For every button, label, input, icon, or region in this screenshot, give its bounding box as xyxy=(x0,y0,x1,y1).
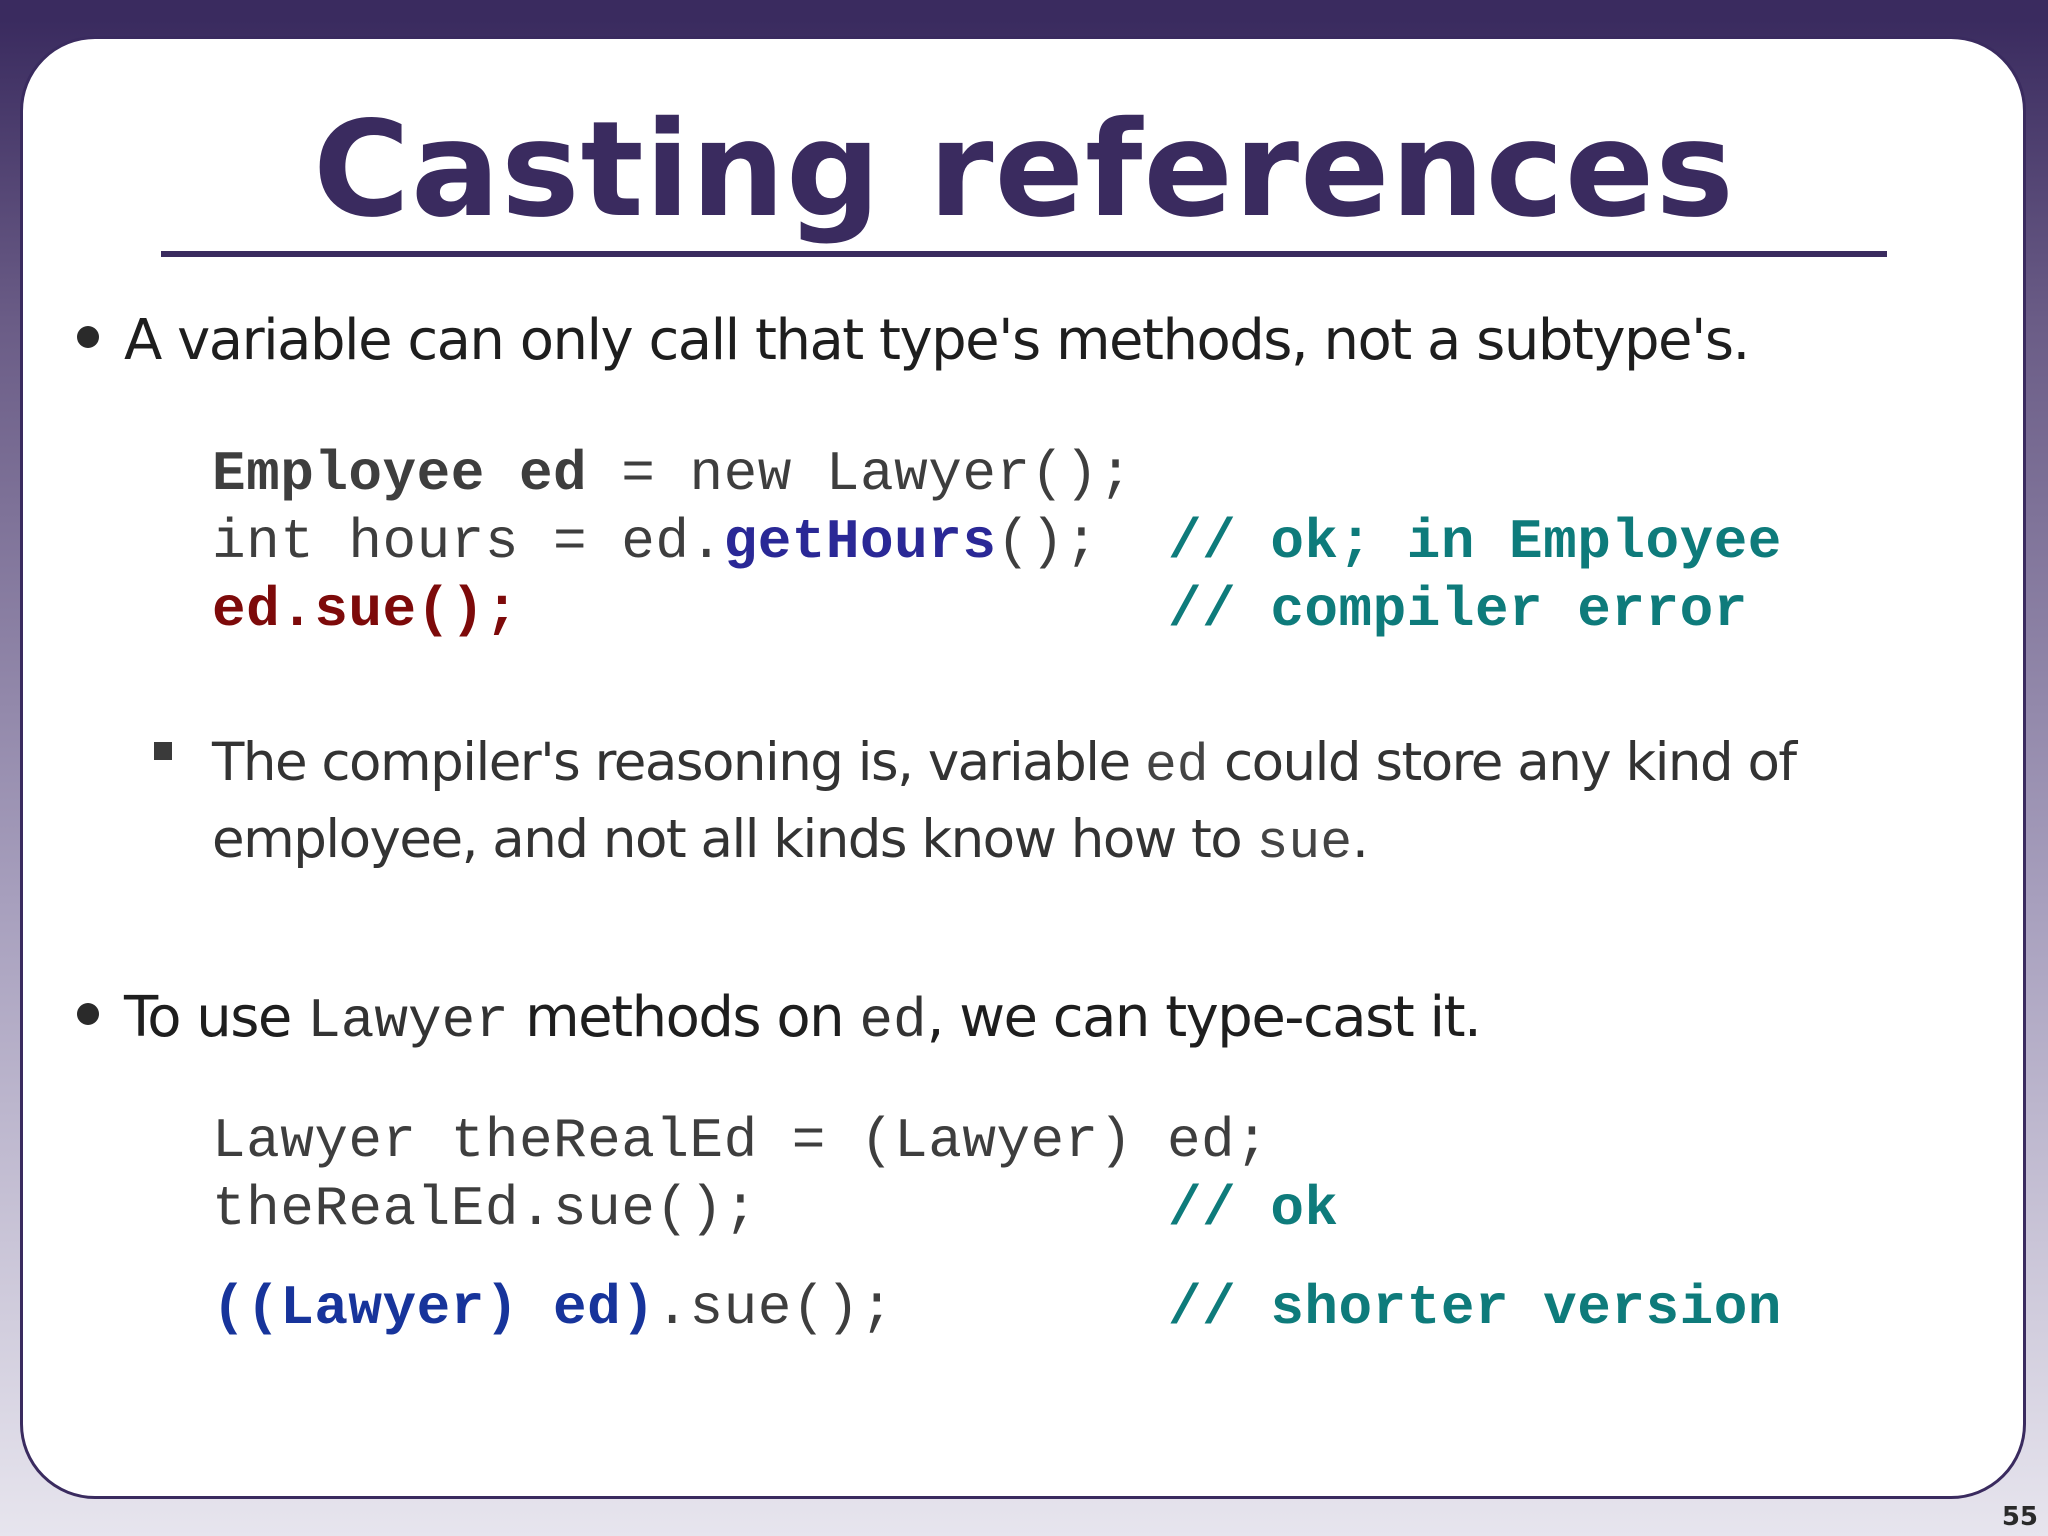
comment-ok-in-employee: // ok; in Employee xyxy=(1168,510,1782,574)
code2-line-3: ((Lawyer) ed).sue(); xyxy=(212,1274,894,1342)
comment-ok: // ok xyxy=(1168,1177,1339,1241)
code-var-ed: ed xyxy=(518,442,588,506)
code-line-1: Employee ed = new Lawyer(); xyxy=(212,440,1133,508)
sub-bullet-line-2: employee, and not all kinds know how to … xyxy=(212,803,1796,880)
code-comments-2: // ok xyxy=(1168,1175,1339,1243)
bullet-2-part-1: To use xyxy=(124,985,308,1050)
sub-bullet-part-1: The compiler's reasoning is, variable xyxy=(212,732,1145,793)
code-type-employee: Employee xyxy=(212,442,485,506)
code-cast-expression: ((Lawyer) ed) xyxy=(212,1276,656,1340)
code-sue-call: .sue(); xyxy=(655,1276,895,1340)
code-line-1-rest: = new Lawyer(); xyxy=(587,442,1133,506)
bullet-dot-icon xyxy=(77,326,99,348)
code-block-1: Employee ed = new Lawyer(); int hours = e… xyxy=(212,440,1133,644)
sub-bullet-part-2: could store any kind of xyxy=(1208,732,1797,793)
sub-bullet-part-3: employee, and not all kinds know how to xyxy=(212,809,1257,870)
code-line-2: int hours = ed.getHours(); xyxy=(212,508,1133,576)
sub-bullet-period: . xyxy=(1352,809,1369,870)
code-line-3: ed.sue(); xyxy=(212,576,1133,644)
bullet-2-code-ed: ed xyxy=(859,989,927,1053)
code-line-2-lead: int hours = ed. xyxy=(212,510,724,574)
bullet-2-text: To use Lawyer methods on ed, we can type… xyxy=(124,985,1482,1053)
bullet-2-code-lawyer: Lawyer xyxy=(307,989,509,1053)
title-underline xyxy=(161,251,1887,257)
sub-bullet-code-ed: ed xyxy=(1144,736,1209,796)
code-line-2-tail: (); xyxy=(996,510,1099,574)
sub-bullet-text: The compiler's reasoning is, variable ed… xyxy=(212,726,1797,880)
sub-bullet-line-1: The compiler's reasoning is, variable ed… xyxy=(212,726,1797,803)
bullet-1-text: A variable can only call that type's met… xyxy=(124,308,1750,373)
page-number: 55 xyxy=(2001,1502,2038,1532)
slide-title: Casting references xyxy=(313,93,1735,247)
code-comments-3: // shorter version xyxy=(1168,1274,1782,1342)
sub-bullet-code-sue: sue xyxy=(1256,813,1352,873)
bullet-2-part-2: methods on xyxy=(508,985,860,1050)
code-comments-1: // ok; in Employee// compiler error xyxy=(1168,508,1782,644)
bullet-dot-icon xyxy=(77,1003,99,1025)
comment-shorter-version: // shorter version xyxy=(1168,1276,1782,1340)
bullet-2-part-3: , we can type-cast it. xyxy=(926,985,1482,1050)
code2-line-2: theRealEd.sue(); xyxy=(212,1177,758,1241)
code-error-call: ed.sue(); xyxy=(212,578,519,642)
comment-compiler-error: // compiler error xyxy=(1168,578,1748,642)
code-block-2: Lawyer theRealEd = (Lawyer) ed; theRealEd… xyxy=(212,1107,1269,1243)
code2-line-1: Lawyer theRealEd = (Lawyer) ed; xyxy=(212,1109,1270,1173)
sub-bullet-square-icon xyxy=(154,742,172,760)
code-method-gethours: getHours xyxy=(723,510,997,574)
